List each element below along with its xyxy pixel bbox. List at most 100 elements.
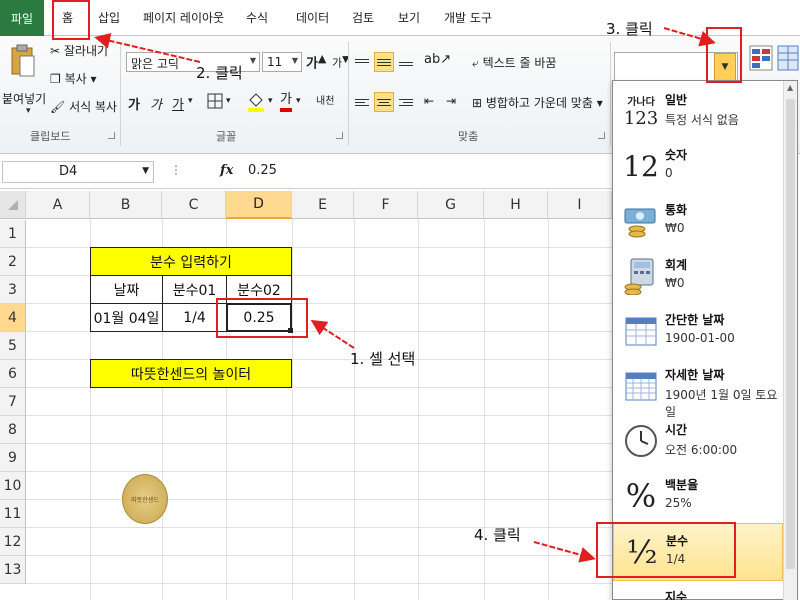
- font-color-button[interactable]: 가: [280, 92, 292, 112]
- conditional-formatting-icon[interactable]: [748, 44, 774, 72]
- copy-button[interactable]: ❐ 복사 ▾: [50, 70, 97, 87]
- column-header-d[interactable]: D: [226, 191, 292, 219]
- align-middle-icon[interactable]: [374, 52, 394, 72]
- cell-b4[interactable]: 01월 04일: [90, 303, 163, 332]
- dropdown-scrollbar[interactable]: ▲: [783, 81, 797, 600]
- row-header-3[interactable]: 3: [0, 276, 26, 304]
- decrease-indent-icon[interactable]: ⇤: [424, 94, 434, 108]
- cell-b3[interactable]: 날짜: [90, 275, 163, 304]
- underline-dropdown-icon[interactable]: ▾: [188, 96, 193, 106]
- row-header-6[interactable]: 6: [0, 360, 26, 388]
- align-top-icon[interactable]: [352, 52, 372, 72]
- row-header-10[interactable]: 10: [0, 472, 26, 500]
- column-header-b[interactable]: B: [90, 191, 162, 219]
- font-dialog-launcher[interactable]: [336, 132, 343, 139]
- currency-icon: [619, 199, 663, 243]
- insert-function-button[interactable]: fx: [220, 163, 233, 178]
- column-header-i[interactable]: I: [548, 191, 612, 219]
- gridline: [418, 219, 419, 600]
- column-header-h[interactable]: H: [484, 191, 548, 219]
- scrollbar-thumb[interactable]: [786, 99, 795, 569]
- phonetic-guide-button[interactable]: 내천: [316, 92, 334, 107]
- merge-center-button[interactable]: ⊞ 병합하고 가운데 맞춤 ▾: [472, 94, 603, 111]
- gridline: [26, 471, 612, 472]
- borders-icon[interactable]: [206, 92, 224, 110]
- format-as-table-icon[interactable]: [776, 44, 800, 72]
- cut-button[interactable]: ✂ 잘라내기: [50, 42, 108, 59]
- tab-data[interactable]: 데이터: [296, 9, 329, 26]
- tab-file[interactable]: 파일: [0, 0, 44, 36]
- increase-indent-icon[interactable]: ⇥: [446, 94, 456, 108]
- cell-b2-title[interactable]: 분수 입력하기: [90, 247, 292, 276]
- formula-input[interactable]: 0.25: [248, 163, 277, 178]
- name-box[interactable]: D4 ▼: [2, 161, 154, 183]
- format-option-long-date[interactable]: 자세한 날짜 1900년 1월 0일 토요일: [613, 358, 783, 419]
- grow-font-button[interactable]: 가▲: [306, 52, 326, 71]
- column-header-e[interactable]: E: [292, 191, 354, 219]
- format-option-currency[interactable]: 통화 ₩0: [613, 193, 783, 251]
- tab-view[interactable]: 보기: [398, 9, 420, 26]
- formula-bar-handle-icon: ⋮: [170, 163, 182, 177]
- font-color-dropdown-icon[interactable]: ▾: [296, 96, 301, 106]
- chevron-down-icon: ▼: [249, 56, 256, 65]
- tab-developer[interactable]: 개발 도구: [444, 9, 492, 26]
- group-separator: [348, 42, 349, 146]
- format-option-accounting[interactable]: 회계 ₩0: [613, 248, 783, 306]
- italic-button[interactable]: 가: [150, 94, 162, 113]
- row-header-9[interactable]: 9: [0, 444, 26, 472]
- row-header-11[interactable]: 11: [0, 500, 26, 528]
- tab-formulas[interactable]: 수식: [246, 9, 268, 26]
- format-option-time[interactable]: 시간 오전 6:00:00: [613, 413, 783, 471]
- fill-color-dropdown-icon[interactable]: ▾: [268, 96, 273, 106]
- borders-dropdown-icon[interactable]: ▾: [226, 96, 231, 106]
- paste-icon[interactable]: [8, 42, 38, 82]
- underline-button[interactable]: 가: [172, 94, 184, 113]
- format-option-general[interactable]: 가나다 123 일반 특정 서식 없음: [613, 83, 783, 141]
- format-option-short-date[interactable]: 간단한 날짜 1900-01-00: [613, 303, 783, 361]
- scroll-up-icon[interactable]: ▲: [787, 83, 793, 92]
- calendar-icon: [619, 309, 663, 353]
- annotation-box-fraction: [596, 522, 736, 578]
- row-header-2[interactable]: 2: [0, 248, 26, 276]
- format-sample: 오전 6:00:00: [665, 443, 738, 457]
- format-option-percentage[interactable]: % 백분율 25%: [613, 468, 783, 526]
- shrink-font-button[interactable]: 가▼: [332, 54, 349, 71]
- row-header-4[interactable]: 4: [0, 304, 26, 332]
- paste-dropdown-icon[interactable]: ▾: [26, 106, 31, 116]
- clipboard-dialog-launcher[interactable]: [108, 132, 115, 139]
- align-bottom-icon[interactable]: [396, 52, 416, 72]
- alignment-dialog-launcher[interactable]: [598, 132, 605, 139]
- wrap-text-button[interactable]: ⤶ 텍스트 줄 바꿈: [472, 54, 556, 71]
- tab-insert[interactable]: 삽입: [98, 9, 120, 26]
- cell-b6-banner[interactable]: 따뜻한센드의 놀이터: [90, 359, 292, 388]
- format-painter-button[interactable]: 🖌 서식 복사: [50, 98, 117, 115]
- annotation-step3: 3. 클릭: [606, 20, 653, 38]
- percent-icon: %: [625, 477, 657, 515]
- row-header-13[interactable]: 13: [0, 556, 26, 584]
- column-header-a[interactable]: A: [26, 191, 90, 219]
- tab-review[interactable]: 검토: [352, 9, 374, 26]
- column-header-f[interactable]: F: [354, 191, 418, 219]
- orientation-icon[interactable]: ab↗: [424, 52, 451, 67]
- format-option-number[interactable]: 12 숫자 0: [613, 138, 783, 196]
- row-header-1[interactable]: 1: [0, 220, 26, 248]
- column-header-g[interactable]: G: [418, 191, 484, 219]
- font-size-combo[interactable]: 11 ▼: [262, 52, 302, 72]
- column-header-c[interactable]: C: [162, 191, 226, 219]
- tab-page-layout[interactable]: 페이지 레이아웃: [143, 9, 224, 26]
- align-center-icon[interactable]: [374, 92, 394, 112]
- fill-color-icon[interactable]: [246, 90, 266, 112]
- align-right-icon[interactable]: [396, 92, 416, 112]
- gridline: [548, 219, 549, 600]
- cut-icon: ✂: [50, 44, 61, 58]
- row-header-5[interactable]: 5: [0, 332, 26, 360]
- select-all-button[interactable]: [0, 191, 26, 219]
- format-sample: 0: [665, 166, 673, 180]
- row-header-8[interactable]: 8: [0, 416, 26, 444]
- bold-button[interactable]: 가: [128, 94, 140, 113]
- row-header-12[interactable]: 12: [0, 528, 26, 556]
- row-header-7[interactable]: 7: [0, 388, 26, 416]
- paste-button[interactable]: 붙여넣기: [2, 90, 46, 107]
- format-option-scientific[interactable]: 지수: [613, 578, 783, 600]
- align-left-icon[interactable]: [352, 92, 372, 112]
